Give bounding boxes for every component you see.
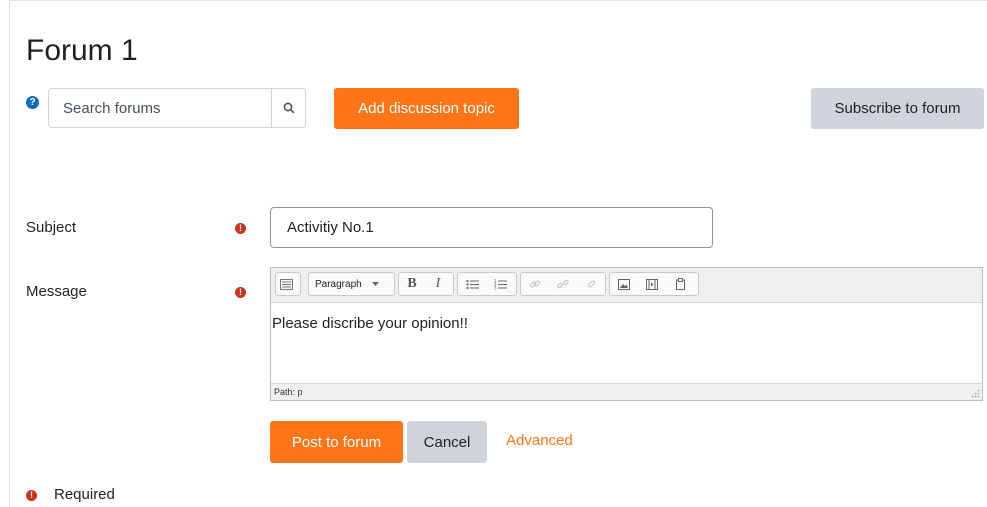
required-icon: ! (235, 287, 246, 298)
message-editor: Paragraph B I 123 Please discribe your o… (270, 267, 983, 401)
media-icon[interactable] (638, 273, 666, 295)
subscribe-button[interactable]: Subscribe to forum (811, 88, 984, 129)
toolbar-group (520, 272, 606, 296)
advanced-link[interactable]: Advanced (506, 432, 573, 449)
image-icon[interactable] (610, 273, 638, 295)
chevron-down-icon (371, 281, 379, 286)
search-input[interactable] (48, 88, 272, 128)
italic-icon[interactable]: I (425, 273, 451, 295)
required-legend: Required (54, 486, 115, 503)
manage-files-icon[interactable] (666, 273, 694, 295)
link-icon[interactable] (521, 273, 549, 295)
required-icon: ! (235, 223, 246, 234)
anchor-icon[interactable] (577, 273, 605, 295)
page-title: Forum 1 (26, 34, 138, 67)
toolbar-group: B I (398, 272, 454, 296)
header-divider (9, 0, 987, 1)
paragraph-select-label: Paragraph (315, 278, 362, 290)
toolbar-toggle-icon[interactable] (276, 273, 296, 295)
editor-path: Path: p (274, 387, 303, 397)
content-border (9, 0, 10, 507)
resize-grip-icon[interactable] (971, 389, 980, 398)
post-to-forum-button[interactable]: Post to forum (270, 421, 403, 463)
editor-content[interactable]: Please discribe your opinion!! (271, 315, 468, 332)
unlink-icon[interactable] (549, 273, 577, 295)
subject-label: Subject (26, 219, 77, 236)
cancel-button[interactable]: Cancel (407, 421, 487, 463)
add-discussion-topic-button[interactable]: Add discussion topic (334, 88, 519, 129)
editor-toolbar: Paragraph B I 123 (271, 268, 982, 303)
unordered-list-icon[interactable] (458, 273, 486, 295)
svg-text:3: 3 (494, 285, 497, 290)
message-label: Message (26, 283, 87, 300)
bold-icon[interactable]: B (399, 273, 425, 295)
required-icon: ! (26, 490, 37, 501)
toolbar-group (275, 272, 301, 296)
toolbar-group (609, 272, 699, 296)
search-icon (283, 102, 294, 114)
help-icon[interactable]: ? (26, 96, 39, 109)
subject-input[interactable] (270, 207, 713, 248)
editor-path-bar: Path: p (271, 383, 982, 400)
search-button[interactable] (271, 88, 306, 128)
toolbar-group: 123 (457, 272, 517, 296)
paragraph-select[interactable]: Paragraph (308, 272, 395, 296)
search-form (48, 88, 306, 128)
ordered-list-icon[interactable]: 123 (486, 273, 514, 295)
